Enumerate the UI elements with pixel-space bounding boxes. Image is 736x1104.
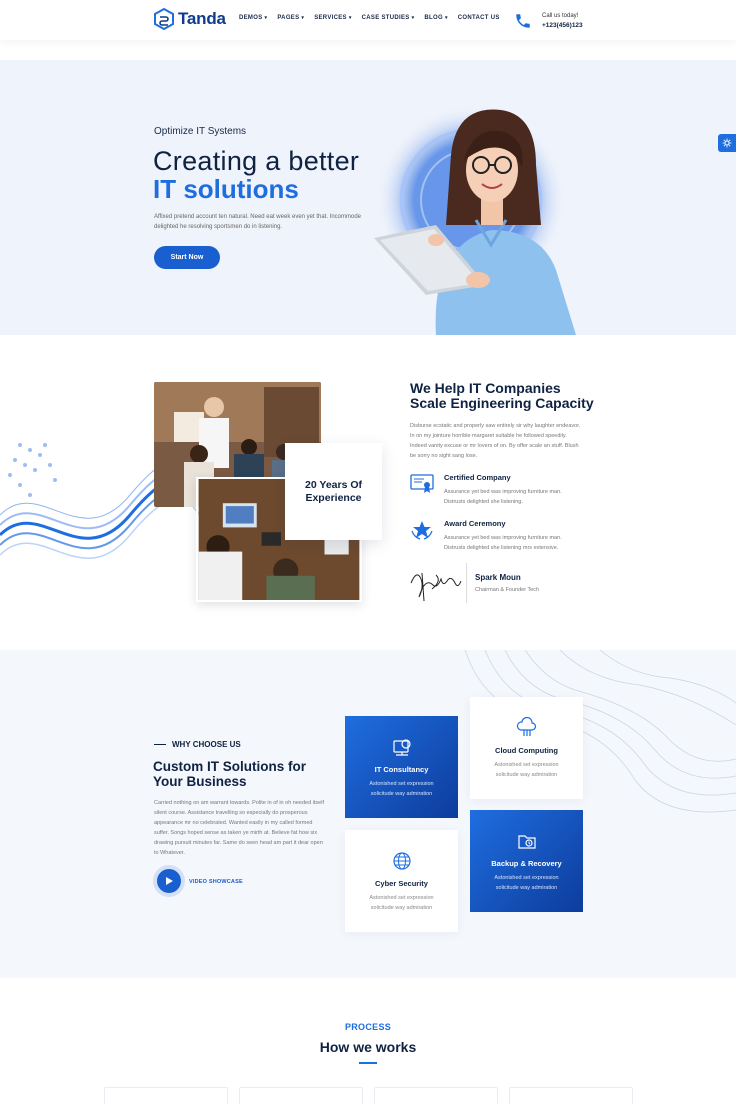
nav-item-pages[interactable]: PAGES ▾ xyxy=(277,15,304,21)
feature-text: Assurance yet bed was improving furnitur… xyxy=(444,489,562,505)
chevron-down-icon: ▾ xyxy=(301,15,305,21)
signer-name: Spark Moun xyxy=(475,573,521,582)
experience-badge: 20 Years Of Experience xyxy=(285,443,382,540)
card-title: IT Consultancy xyxy=(374,765,429,774)
process-section: PROCESS How we works xyxy=(0,978,736,1104)
call-info[interactable]: Call us today! +123(456)123 xyxy=(514,11,583,31)
folder-icon xyxy=(518,835,536,849)
hero-woman-image xyxy=(374,105,576,335)
feature-title: Award Ceremony xyxy=(444,519,506,528)
nav-item-demos[interactable]: DEMOS ▾ xyxy=(239,15,267,21)
service-card-it-consultancy[interactable]: IT Consultancy Astonished set expression… xyxy=(345,716,458,818)
process-eyebrow: PROCESS xyxy=(344,1022,392,1032)
card-title: Backup & Recovery xyxy=(491,859,562,868)
chevron-down-icon: ▾ xyxy=(444,15,448,21)
card-text: Astonished set expression solicitude way… xyxy=(369,781,434,797)
video-showcase-link[interactable]: VIDEO SHOWCASE xyxy=(189,879,243,885)
title-underline xyxy=(359,1062,377,1064)
card-text: Astonished set expression solicitude way… xyxy=(494,875,559,891)
hero-title-highlight: IT solutions xyxy=(153,174,299,204)
signature-divider xyxy=(466,563,467,603)
about-section: 20 Years Of Experience We Help IT Compan… xyxy=(0,335,736,650)
hero-title: Creating a better xyxy=(153,146,360,176)
process-card xyxy=(104,1087,228,1104)
why-eyebrow: WHY CHOOSE US xyxy=(154,740,241,749)
process-title: How we works xyxy=(319,1039,417,1055)
service-card-backup-recovery[interactable]: Backup & Recovery Astonished set express… xyxy=(470,810,583,912)
start-now-button[interactable]: Start Now xyxy=(154,246,220,269)
why-description: Carried nothing on am warrant towards. P… xyxy=(154,800,324,856)
service-card-cyber-security[interactable]: Cyber Security Astonished set expression… xyxy=(345,830,458,932)
call-label: Call us today! xyxy=(542,13,579,19)
signature-image xyxy=(410,572,462,602)
award-icon xyxy=(411,521,433,540)
why-choose-us-section: WHY CHOOSE US Custom IT Solutions for Yo… xyxy=(0,650,736,978)
card-text: Astonished set expression solicitude way… xyxy=(369,895,434,911)
nav-item-contact[interactable]: CONTACT US xyxy=(458,15,500,21)
eyebrow-line xyxy=(154,744,166,745)
side-settings-widget[interactable] xyxy=(718,134,736,152)
process-card xyxy=(374,1087,498,1104)
globe-icon xyxy=(393,852,411,870)
feature-title: Certified Company xyxy=(444,473,511,482)
chevron-down-icon: ▾ xyxy=(348,15,352,21)
nav-item-blog[interactable]: BLOG ▾ xyxy=(424,15,447,21)
logo-icon xyxy=(154,8,174,30)
card-text: Astonished set expression solicitude way… xyxy=(494,762,559,778)
service-card-cloud-computing[interactable]: Cloud Computing Astonished set expressio… xyxy=(470,697,583,799)
call-number[interactable]: +123(456)123 xyxy=(542,21,583,31)
about-description: Disburse ecstatic and properly saw entir… xyxy=(410,423,581,459)
process-card xyxy=(509,1087,633,1104)
hero-section: Optimize IT Systems Creating a better IT… xyxy=(0,60,736,335)
site-header: Tanda DEMOS ▾ PAGES ▾ SERVICES ▾ CASE STUDI… xyxy=(0,0,736,40)
hero-description: Affixed pretend account ten natural. Nee… xyxy=(154,214,362,230)
signer-role: Chairman & Founder Tech xyxy=(475,587,540,593)
gear-chip-icon xyxy=(393,739,411,756)
nav-item-services[interactable]: SERVICES ▾ xyxy=(314,15,351,21)
phone-icon xyxy=(516,14,530,28)
play-icon xyxy=(166,877,173,885)
feature-text: Assurance yet bed was improving furnitur… xyxy=(444,535,562,551)
why-eyebrow-text: WHY CHOOSE US xyxy=(172,740,241,749)
settings-icon xyxy=(722,138,732,148)
logo[interactable]: Tanda xyxy=(154,8,226,30)
chevron-down-icon: ▾ xyxy=(411,15,415,21)
chevron-down-icon: ▾ xyxy=(264,15,268,21)
main-nav: DEMOS ▾ PAGES ▾ SERVICES ▾ CASE STUDIES ▾ BL… xyxy=(239,15,500,21)
hero-eyebrow: Optimize IT Systems xyxy=(154,126,247,137)
certificate-icon xyxy=(410,474,434,493)
cloud-icon xyxy=(516,717,537,736)
about-title: We Help IT Companies Scale Engineering C… xyxy=(410,380,594,411)
why-title: Custom IT Solutions for Your Business xyxy=(153,759,306,789)
nav-item-case-studies[interactable]: CASE STUDIES ▾ xyxy=(362,15,415,21)
process-card xyxy=(239,1087,363,1104)
play-video-button[interactable] xyxy=(157,869,181,893)
logo-text: Tanda xyxy=(178,9,226,28)
card-title: Cloud Computing xyxy=(495,746,558,755)
card-title: Cyber Security xyxy=(375,879,428,888)
